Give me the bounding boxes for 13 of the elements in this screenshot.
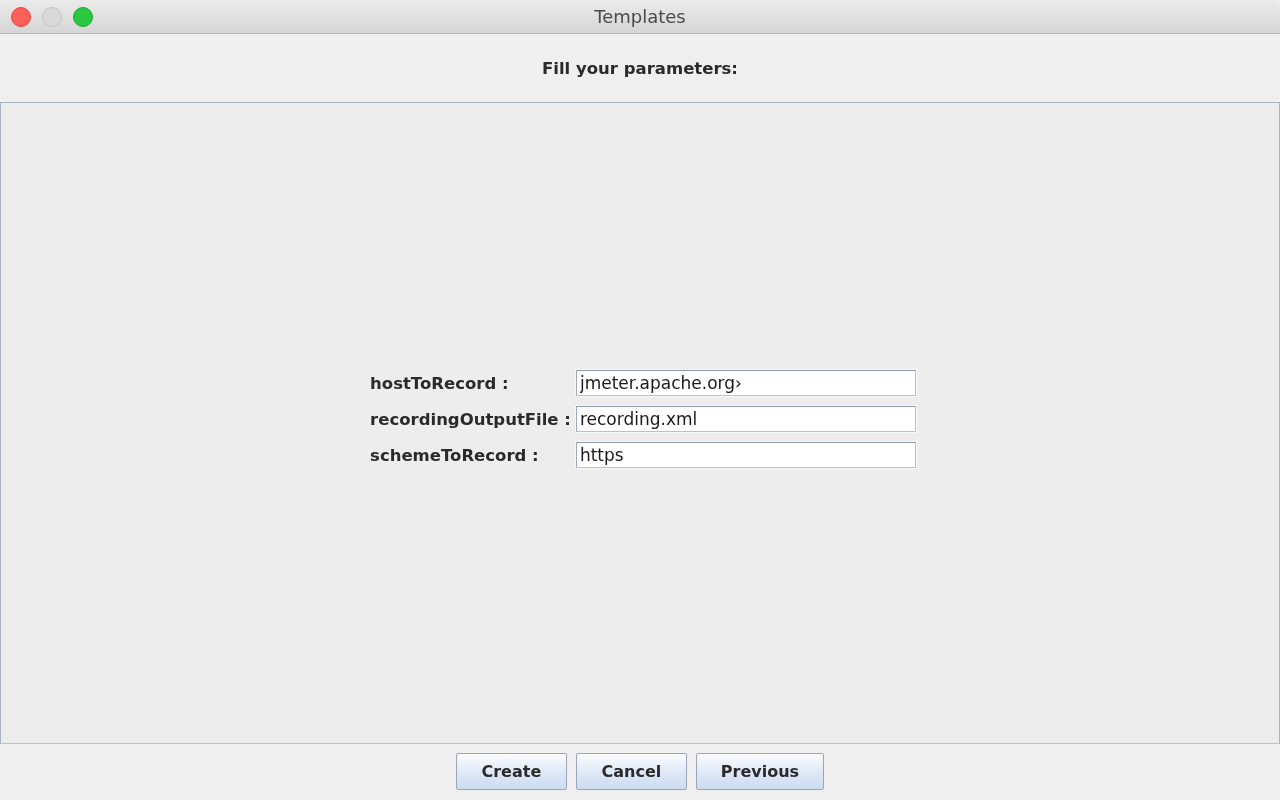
heading: Fill your parameters: bbox=[542, 58, 738, 78]
close-icon[interactable] bbox=[11, 7, 31, 27]
input-field[interactable]: jmeter.apache.org› bbox=[575, 370, 916, 396]
dialog-button[interactable]: Previous bbox=[695, 753, 825, 790]
field-label: schemeToRecord : bbox=[370, 445, 540, 465]
input-field[interactable]: https bbox=[575, 442, 916, 468]
dialog-button[interactable]: Cancel bbox=[575, 753, 687, 790]
zoom-icon[interactable] bbox=[73, 7, 93, 27]
dialog-button[interactable]: Create bbox=[455, 753, 567, 790]
field-label: hostToRecord : bbox=[370, 373, 510, 393]
field-label: recordingOutputFile : bbox=[370, 409, 571, 429]
window-title: Templates bbox=[594, 6, 686, 27]
input-field[interactable]: recording.xml bbox=[575, 406, 916, 432]
